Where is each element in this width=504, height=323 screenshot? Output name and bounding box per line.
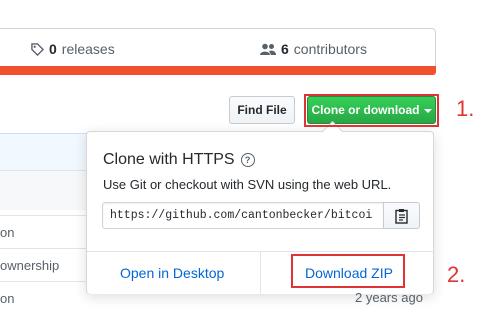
language-bar[interactable] [0,66,436,75]
open-in-desktop-link[interactable]: Open in Desktop [120,265,224,281]
table-row[interactable]: on [0,215,90,248]
repo-stats-bar: 0 releases 6 contributors [0,28,436,68]
releases-stat[interactable]: 0 releases [31,41,115,57]
contributors-label: contributors [293,41,367,57]
question-icon[interactable]: ? [240,153,255,167]
file-list-header [0,133,88,170]
clone-url-input[interactable]: https://github.com/cantonbecker/bitcoi [102,202,384,229]
annotation-step-2: 2. [447,262,466,287]
copy-url-button[interactable] [383,202,420,229]
table-row[interactable]: ownership [0,248,90,281]
contributors-stat[interactable]: 6 contributors [260,41,367,57]
releases-count: 0 [49,41,57,57]
people-icon [260,43,276,55]
contributors-count: 6 [281,41,289,57]
table-row[interactable] [0,170,88,210]
clipboard-icon [394,208,408,224]
commit-message[interactable]: on [0,291,14,306]
annotation-highlight-clone [304,94,439,127]
find-file-button[interactable]: Find File [229,96,295,124]
releases-label: releases [61,41,115,57]
tag-icon [31,42,44,56]
footer-divider [260,252,261,294]
commit-timestamp: 2 years ago [355,290,423,305]
table-row[interactable]: on [0,281,90,314]
annotation-step-1: 1. [456,96,475,121]
annotation-highlight-zip [291,254,405,288]
commit-message[interactable]: ownership [0,258,59,273]
popover-description: Use Git or checkout with SVN using the w… [103,177,392,192]
popover-title-text: Clone with HTTPS [103,151,235,168]
popover-title: Clone with HTTPS ? [103,151,255,169]
commit-message[interactable]: on [0,225,14,240]
